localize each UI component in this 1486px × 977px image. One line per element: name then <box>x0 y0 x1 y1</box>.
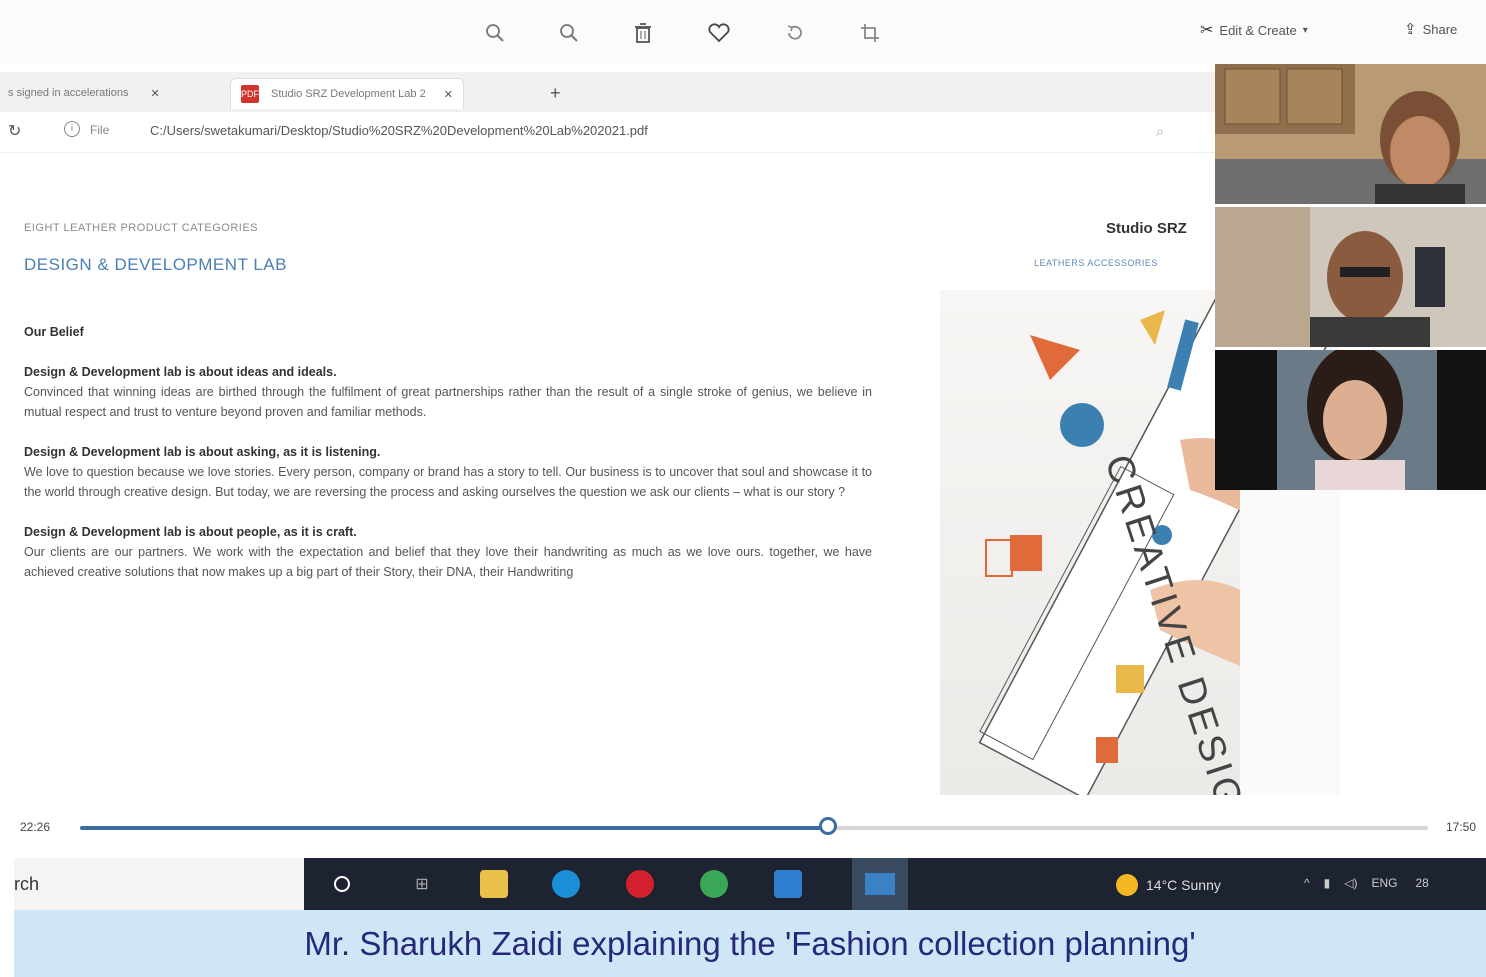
edit-create-icon: ✂ <box>1200 22 1214 39</box>
network-icon[interactable]: ▮ <box>1324 876 1331 890</box>
crop-icon[interactable] <box>855 18 885 48</box>
chrome-icon[interactable] <box>700 870 728 898</box>
info-icon[interactable]: i <box>64 121 80 137</box>
file-explorer-icon[interactable] <box>480 870 508 898</box>
sun-icon <box>1116 874 1138 896</box>
edit-create-label: Edit & Create <box>1219 22 1297 38</box>
paragraph-text: Our clients are our partners. We work wi… <box>24 545 872 579</box>
edge-icon[interactable] <box>552 870 580 898</box>
task-view-icon[interactable]: ⊞ <box>408 870 436 898</box>
share-label: Share <box>1422 21 1458 37</box>
video-editor-icon[interactable] <box>774 870 802 898</box>
paragraph-heading: Design & Development lab is about asking… <box>24 445 381 459</box>
weather-text: 14°C Sunny <box>1146 877 1221 893</box>
browser-tab-active[interactable]: PDF Studio SRZ Development Lab 2 ✕ <box>230 78 464 109</box>
edit-create-button[interactable]: ✂ Edit & Create ▾ <box>1200 20 1308 40</box>
file-label: File <box>90 123 110 137</box>
chevron-down-icon: ▾ <box>1302 24 1308 36</box>
time-total: 17:50 <box>1446 820 1477 834</box>
trash-icon[interactable] <box>628 18 658 48</box>
share-icon: ⇪ <box>1404 21 1417 38</box>
opera-icon[interactable] <box>626 870 654 898</box>
date-fragment: 28 <box>1415 876 1429 890</box>
video-scrubber: 22:26 17:50 <box>0 800 1486 858</box>
search-icon[interactable]: ⌕ <box>1156 123 1164 140</box>
taskbar-search[interactable]: rch <box>14 858 304 910</box>
category-label: EIGHT LEATHER PRODUCT CATEGORIES <box>24 222 258 234</box>
windows-taskbar: rch ⊞ 14°C Sunny ^ ▮ ◁) ENG 28 <box>14 858 1486 910</box>
zoom-in-icon[interactable] <box>480 18 510 48</box>
seek-fill <box>80 826 829 830</box>
volume-icon[interactable]: ◁) <box>1344 876 1357 890</box>
browser-tab[interactable]: s signed in accelerations ✕ <box>8 78 160 108</box>
seek-bar[interactable] <box>80 817 1428 835</box>
reload-icon[interactable]: ↻ <box>8 121 21 141</box>
paragraph-heading: Design & Development lab is about people… <box>24 525 357 539</box>
chevron-up-icon[interactable]: ^ <box>1304 876 1310 890</box>
search-input[interactable]: rch <box>14 874 39 895</box>
lab-title: DESIGN & DEVELOPMENT LAB <box>24 255 287 274</box>
studio-name: Studio SRZ <box>1106 220 1187 237</box>
share-button[interactable]: ⇪ Share <box>1404 20 1457 38</box>
close-icon[interactable]: ✕ <box>444 88 453 101</box>
participant-video-3 <box>1215 350 1486 490</box>
photos-icon[interactable] <box>852 858 908 910</box>
leathers-label: LEATHERS ACCESSORIES <box>1034 258 1158 268</box>
participant-video-1 <box>1215 64 1486 204</box>
belief-section: Our Belief Design & Development lab is a… <box>24 322 872 582</box>
paragraph-text: Convinced that winning ideas are birthed… <box>24 385 872 419</box>
zoom-out-icon[interactable] <box>554 18 584 48</box>
tab-label: s signed in accelerations <box>8 87 129 99</box>
cortana-icon[interactable] <box>328 870 356 898</box>
pdf-icon: PDF <box>241 85 259 103</box>
weather-widget[interactable]: 14°C Sunny <box>1116 874 1221 896</box>
belief-heading: Our Belief <box>24 325 84 339</box>
time-elapsed: 22:26 <box>20 820 51 834</box>
seek-thumb[interactable] <box>819 817 838 835</box>
caption: Mr. Sharukh Zaidi explaining the 'Fashio… <box>14 910 1486 977</box>
system-tray: ^ ▮ ◁) ENG 28 <box>1304 876 1429 890</box>
url-field[interactable]: C:/Users/swetakumari/Desktop/Studio%20SR… <box>150 123 648 138</box>
paragraph-heading: Design & Development lab is about ideas … <box>24 365 337 379</box>
address-bar: ↻ i File C:/Users/swetakumari/Desktop/St… <box>0 112 1215 153</box>
new-tab-button[interactable]: + <box>550 78 561 108</box>
participant-video-2 <box>1215 207 1486 347</box>
rotate-icon[interactable] <box>780 18 810 48</box>
tab-label: Studio SRZ Development Lab 2 <box>271 88 426 100</box>
close-icon[interactable]: ✕ <box>150 87 159 100</box>
paragraph-text: We love to question because we love stor… <box>24 465 872 499</box>
photos-toolbar: ✂ Edit & Create ▾ ⇪ Share <box>0 0 1486 64</box>
heart-icon[interactable] <box>704 18 734 48</box>
language-indicator[interactable]: ENG <box>1371 876 1397 890</box>
browser-tab-strip: s signed in accelerations ✕ PDF Studio S… <box>0 72 1215 112</box>
